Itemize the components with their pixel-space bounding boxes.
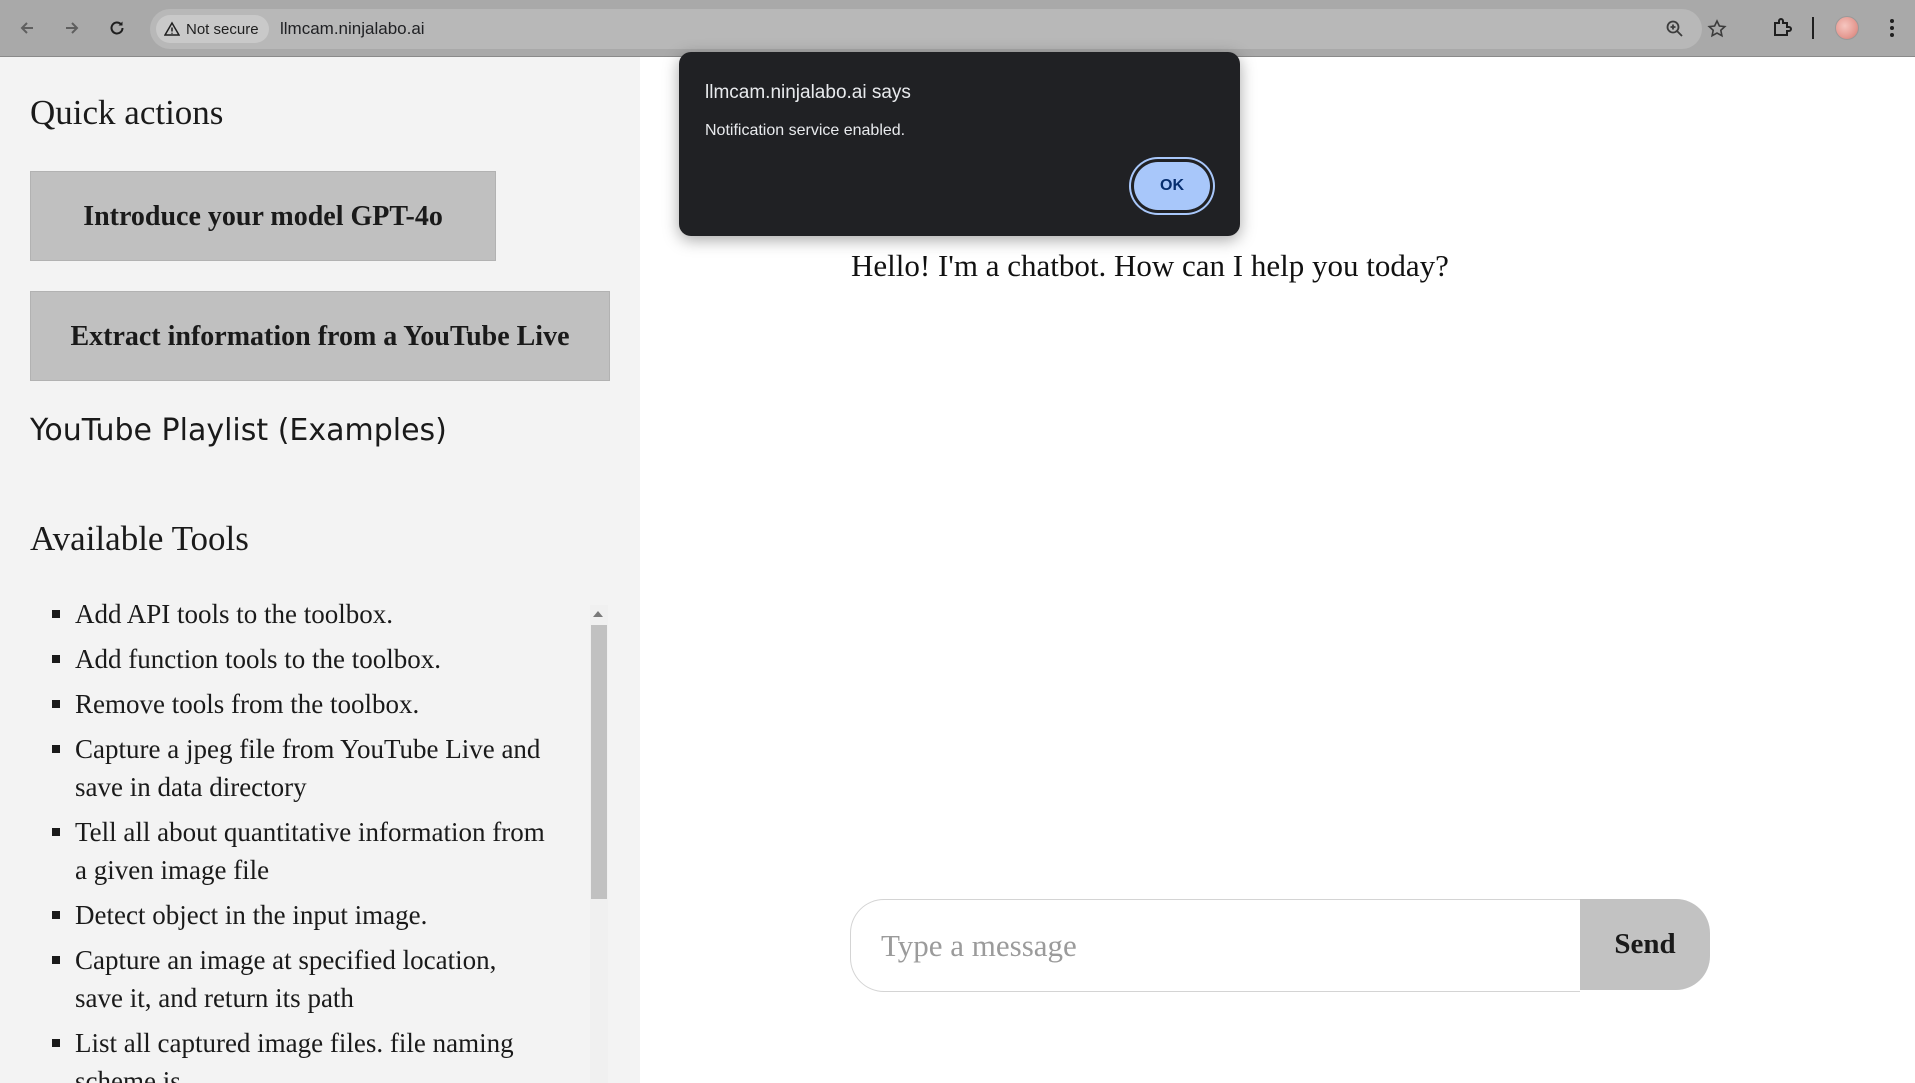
available-tools-title: Available Tools [30, 519, 249, 558]
toolbar-separator [1812, 17, 1814, 39]
browser-toolbar: Not secure llmcam.ninjalabo.ai [0, 0, 1915, 57]
menu-kebab-icon[interactable] [1880, 16, 1904, 40]
quick-action-youtube-live-button[interactable]: Extract information from a YouTube Live [30, 291, 610, 381]
back-button[interactable] [11, 12, 43, 44]
list-item: Capture an image at specified location, … [30, 941, 550, 1017]
url-text[interactable]: llmcam.ninjalabo.ai [280, 19, 425, 39]
security-chip[interactable]: Not secure [156, 15, 269, 43]
extensions-icon[interactable] [1770, 16, 1794, 40]
alert-message: Notification service enabled. [705, 122, 906, 139]
send-button[interactable]: Send [1580, 899, 1710, 990]
alert-dialog: llmcam.ninjalabo.ai says Notification se… [679, 52, 1240, 236]
profile-avatar[interactable] [1835, 16, 1859, 40]
youtube-playlist-link[interactable]: YouTube Playlist (Examples) [30, 413, 447, 448]
reload-icon [110, 21, 124, 35]
scrollbar-thumb[interactable] [591, 625, 607, 899]
list-item: List all captured image files. file nami… [30, 1024, 550, 1083]
alert-title: llmcam.ninjalabo.ai says [705, 82, 911, 103]
arrow-left-icon [20, 22, 33, 34]
warning-icon [164, 21, 180, 36]
list-item: Capture a jpeg file from YouTube Live an… [30, 730, 550, 806]
message-input[interactable] [881, 900, 1561, 991]
chatbot-greeting-message: Hello! I'm a chatbot. How can I help you… [851, 248, 1449, 283]
sidebar: Quick actions Introduce your model GPT-4… [0, 57, 640, 1083]
forward-button[interactable] [56, 12, 88, 44]
scroll-up-arrow-icon[interactable] [593, 611, 603, 617]
list-item: Remove tools from the toolbox. [30, 685, 550, 723]
tools-scrollbar[interactable] [590, 605, 608, 1083]
address-bar[interactable]: Not secure llmcam.ninjalabo.ai [150, 9, 1727, 49]
list-item: Detect object in the input image. [30, 896, 550, 934]
security-label: Not secure [186, 20, 259, 38]
alert-ok-button[interactable]: OK [1134, 162, 1210, 210]
list-item: Add function tools to the toolbox. [30, 640, 550, 678]
reload-button[interactable] [101, 12, 133, 44]
message-input-container [850, 899, 1580, 992]
tools-list: Add API tools to the toolbox. Add functi… [30, 595, 550, 1083]
arrow-right-icon [66, 22, 79, 34]
quick-action-introduce-model-button[interactable]: Introduce your model GPT-4o [30, 171, 496, 261]
quick-actions-title: Quick actions [30, 93, 224, 132]
list-item: Tell all about quantitative information … [30, 813, 550, 889]
bookmark-star-icon[interactable] [1707, 19, 1727, 39]
list-item: Add API tools to the toolbox. [30, 595, 550, 633]
zoom-icon[interactable] [1665, 19, 1685, 39]
